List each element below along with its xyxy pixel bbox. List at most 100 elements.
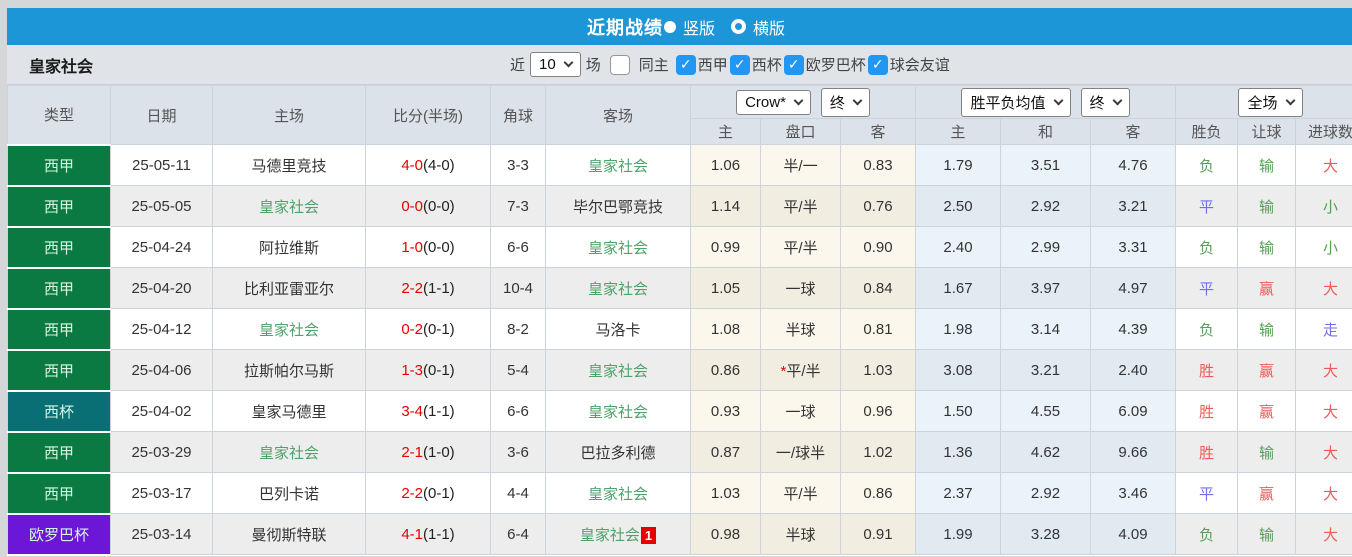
wdl-result-text: 平 bbox=[1198, 198, 1214, 216]
handicap-result: 赢 bbox=[1237, 390, 1296, 432]
bookmaker-time-select[interactable]: 终 bbox=[820, 87, 870, 117]
away-team-name[interactable]: 皇家社会 bbox=[588, 363, 648, 380]
score-cell: 1-3(0-1) bbox=[365, 349, 491, 391]
home-team-name[interactable]: 曼彻斯特联 bbox=[251, 527, 326, 544]
avg-home-odds: 3.08 bbox=[915, 349, 1001, 391]
away-team-name[interactable]: 皇家社会 bbox=[588, 404, 648, 421]
league-checkbox-西甲[interactable]: ✓ bbox=[675, 54, 696, 75]
home-team-name[interactable]: 皇家社会 bbox=[259, 445, 319, 462]
away-team-name[interactable]: 马洛卡 bbox=[595, 322, 640, 339]
same-home-checkbox[interactable] bbox=[609, 54, 630, 75]
home-team-name[interactable]: 阿拉维斯 bbox=[259, 240, 319, 257]
corner-cell: 7-3 bbox=[490, 185, 546, 227]
table-row: 西甲 25-03-17 巴列卡诺 2-2(0-1) 4-4 皇家社会 1.03 平/半 0.86… bbox=[7, 471, 1352, 515]
handicap-result-text: 赢 bbox=[1258, 362, 1274, 380]
home-team-name[interactable]: 马德里竞技 bbox=[251, 158, 326, 175]
fulltime-score: 1-0 bbox=[401, 238, 423, 256]
goals-result-text: 小 bbox=[1322, 239, 1338, 257]
away-team-name[interactable]: 皇家社会 bbox=[588, 158, 648, 175]
table-row: 西甲 25-04-24 阿拉维斯 1-0(0-0) 6-6 皇家社会 0.99 平/半 0.90… bbox=[7, 225, 1352, 269]
handicap-value: 平/半 bbox=[786, 362, 821, 380]
league-label: 西甲 bbox=[697, 57, 728, 74]
match-events-badge[interactable]: 1 bbox=[640, 526, 657, 544]
away-team-name[interactable]: 皇家社会 bbox=[588, 486, 648, 503]
goals-result: 大 bbox=[1295, 472, 1352, 514]
bookmaker-select[interactable]: Crow* bbox=[736, 89, 811, 115]
avg-time-value: 终 bbox=[1089, 94, 1105, 112]
corner-cell: 8-2 bbox=[490, 308, 546, 350]
away-team-name[interactable]: 皇家社会 bbox=[580, 527, 640, 544]
home-team-name[interactable]: 皇家社会 bbox=[259, 199, 319, 216]
type-badge: 欧罗巴杯 bbox=[7, 512, 111, 556]
crow-home-odds: 1.05 bbox=[690, 267, 761, 309]
header-away: 客场 bbox=[545, 85, 691, 145]
avg-away-odds: 6.09 bbox=[1090, 390, 1176, 432]
wdl-result-text: 平 bbox=[1198, 280, 1214, 298]
avg-home-odds: 2.50 bbox=[915, 185, 1001, 227]
home-team-name[interactable]: 巴列卡诺 bbox=[259, 486, 319, 503]
home-team-cell: 比利亚雷亚尔 bbox=[212, 267, 366, 309]
avg-away-odds: 3.21 bbox=[1090, 185, 1176, 227]
scope-select[interactable]: 全场 bbox=[1238, 87, 1303, 117]
avg-time-select[interactable]: 终 bbox=[1080, 87, 1130, 117]
away-team-name[interactable]: 毕尔巴鄂竞技 bbox=[573, 199, 663, 216]
corner-cell: 3-3 bbox=[490, 144, 546, 186]
crow-home-odds: 0.86 bbox=[690, 349, 761, 391]
team-name-header: 皇家社会 bbox=[29, 58, 94, 76]
goals-result: 大 bbox=[1295, 349, 1352, 391]
handicap-value: 半球 bbox=[785, 526, 816, 544]
corner-cell: 6-6 bbox=[490, 226, 546, 268]
home-team-name[interactable]: 拉斯帕尔马斯 bbox=[244, 363, 334, 380]
handicap-cell: 一球 bbox=[760, 390, 841, 432]
crow-home-odds: 0.99 bbox=[690, 226, 761, 268]
avg-home-odds: 2.37 bbox=[915, 472, 1001, 514]
handicap-value: 平/半 bbox=[783, 485, 818, 503]
avg-draw-odds: 2.92 bbox=[1000, 472, 1091, 514]
away-team-cell: 皇家社会 bbox=[545, 349, 691, 391]
avg-home-odds: 1.98 bbox=[915, 308, 1001, 350]
handicap-result-text: 输 bbox=[1258, 321, 1274, 339]
crow-home-odds: 0.93 bbox=[690, 390, 761, 432]
type-badge: 西甲 bbox=[7, 225, 111, 269]
corner-cell: 5-4 bbox=[490, 349, 546, 391]
away-team-name[interactable]: 巴拉多利德 bbox=[580, 445, 655, 462]
avg-draw-odds: 3.14 bbox=[1000, 308, 1091, 350]
avg-draw-odds: 4.62 bbox=[1000, 431, 1091, 473]
home-team-name[interactable]: 比利亚雷亚尔 bbox=[244, 281, 334, 298]
league-checkbox-欧罗巴杯[interactable]: ✓ bbox=[783, 54, 804, 75]
handicap-result-text: 输 bbox=[1258, 444, 1274, 462]
home-team-name[interactable]: 皇家社会 bbox=[259, 322, 319, 339]
handicap-cell: 平/半 bbox=[760, 226, 841, 268]
vertical-radio-label[interactable]: 竖版 bbox=[683, 15, 715, 39]
matches-count-select[interactable]: 10 bbox=[530, 52, 581, 77]
date-cell: 25-04-20 bbox=[110, 267, 213, 309]
halftime-score: (1-0) bbox=[423, 443, 455, 461]
vertical-radio[interactable] bbox=[663, 20, 676, 33]
away-team-name[interactable]: 皇家社会 bbox=[588, 240, 648, 257]
away-team-cell: 皇家社会 1 bbox=[545, 513, 691, 555]
subheader-goals: 进球数 bbox=[1295, 118, 1352, 145]
goals-result-text: 大 bbox=[1322, 444, 1338, 462]
avg-draw-odds: 3.28 bbox=[1000, 513, 1091, 555]
date-cell: 25-04-24 bbox=[110, 226, 213, 268]
wdl-result: 胜 bbox=[1175, 349, 1238, 391]
home-team-name[interactable]: 皇家马德里 bbox=[251, 404, 326, 421]
avg-odds-select[interactable]: 胜平负均值 bbox=[961, 87, 1071, 117]
horizontal-radio-label[interactable]: 横版 bbox=[753, 15, 785, 39]
league-checkbox-球会友谊[interactable]: ✓ bbox=[867, 54, 888, 75]
handicap-result: 输 bbox=[1237, 513, 1296, 555]
horizontal-radio[interactable] bbox=[731, 19, 746, 34]
goals-result: 大 bbox=[1295, 513, 1352, 555]
type-badge: 西甲 bbox=[7, 471, 111, 515]
subheader-crow-away: 客 bbox=[840, 118, 916, 145]
league-checkbox-西杯[interactable]: ✓ bbox=[729, 54, 750, 75]
crow-away-odds: 0.83 bbox=[840, 144, 916, 186]
wdl-result: 平 bbox=[1175, 185, 1238, 227]
halftime-score: (0-0) bbox=[423, 238, 455, 256]
wdl-result-text: 胜 bbox=[1198, 444, 1214, 462]
date-cell: 25-03-29 bbox=[110, 431, 213, 473]
away-team-name[interactable]: 皇家社会 bbox=[588, 281, 648, 298]
goals-result-text: 大 bbox=[1322, 362, 1338, 380]
table-row: 西甲 25-04-12 皇家社会 0-2(0-1) 8-2 马洛卡 1.08 半球 0.81 1.… bbox=[7, 307, 1352, 351]
same-home-label: 同主 bbox=[638, 57, 669, 74]
